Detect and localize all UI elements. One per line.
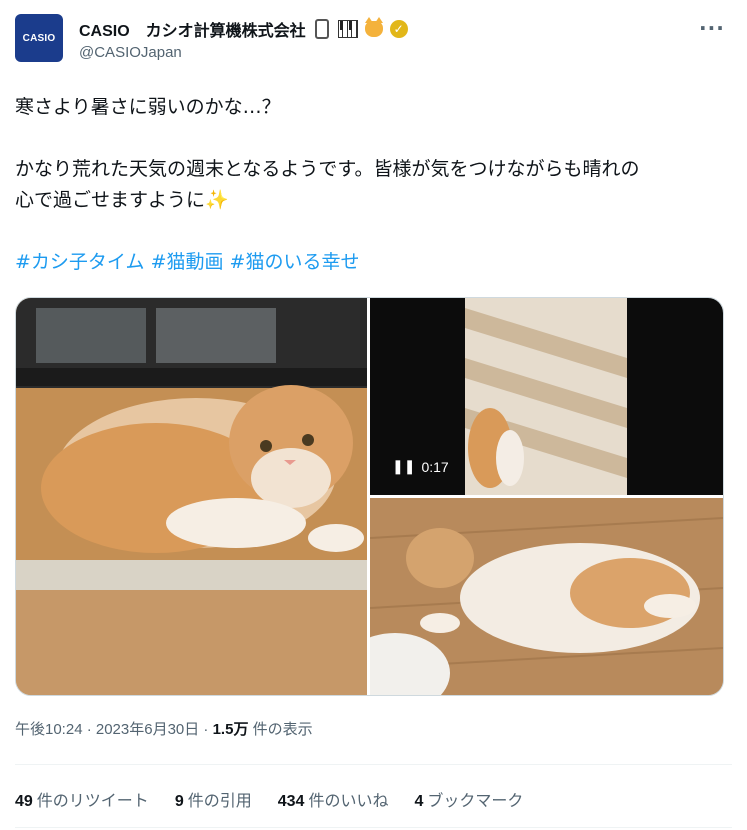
avatar-logo-text: CASIO (22, 32, 56, 44)
cat-sleeping-photo[interactable] (370, 498, 723, 695)
watch-icon (312, 19, 332, 39)
author-name-row: CASIO カシオ計算機株式会社 ✓ (79, 17, 408, 41)
hashtag-links[interactable]: #カシ子タイム #猫動画 #猫のいる幸せ (15, 247, 730, 278)
cat-face-icon (364, 17, 384, 39)
display-name[interactable]: CASIO カシオ計算機株式会社 (79, 17, 306, 41)
view-count: 1.5万 (212, 721, 249, 738)
divider (15, 764, 732, 765)
video-duration: 0:17 (421, 458, 449, 475)
quotes-stat[interactable]: 9 件の引用 (175, 787, 252, 811)
sparkles-icon: ✨ (205, 189, 229, 211)
media-grid: ❚❚ 0:17 (15, 297, 724, 696)
timestamp[interactable]: 午後10:24 · 2023年6月30日 · (15, 721, 213, 738)
bookmarks-stat[interactable]: 4 ブックマーク (414, 787, 523, 811)
more-options-icon[interactable]: ··· (699, 16, 725, 40)
engagement-stats: 49 件のリツイート 9 件の引用 434 件のいいね 4 ブックマーク (15, 787, 523, 811)
piano-keys-icon (337, 19, 358, 39)
verified-badge-icon[interactable]: ✓ (389, 20, 408, 38)
tweet-text: 寒さより暑さに弱いのかな…？ かなり荒れた天気の週末となるようです。皆様が気をつ… (15, 92, 730, 278)
likes-stat[interactable]: 434 件のいいね (278, 787, 389, 811)
tweet-line: 寒さより暑さに弱いのかな…？ (15, 96, 281, 118)
tweet-meta: 午後10:24 · 2023年6月30日 · 1.5万 件の表示 (15, 718, 313, 739)
retweets-stat[interactable]: 49 件のリツイート (15, 787, 149, 811)
divider (15, 827, 732, 828)
avatar[interactable]: CASIO (15, 14, 63, 62)
cat-loaf-photo[interactable] (16, 298, 367, 695)
view-label: 件の表示 (248, 721, 313, 738)
video-player[interactable]: ❚❚ 0:17 (370, 298, 723, 495)
tweet-line: 心で過ごせますように✨ (15, 189, 229, 211)
pause-icon[interactable]: ❚❚ (392, 458, 415, 475)
video-controls[interactable]: ❚❚ 0:17 (392, 458, 449, 475)
user-handle[interactable]: @CASIOJapan (79, 44, 182, 61)
tweet-line: かなり荒れた天気の週末となるようです。皆様が気をつけながらも晴れの (15, 158, 640, 180)
